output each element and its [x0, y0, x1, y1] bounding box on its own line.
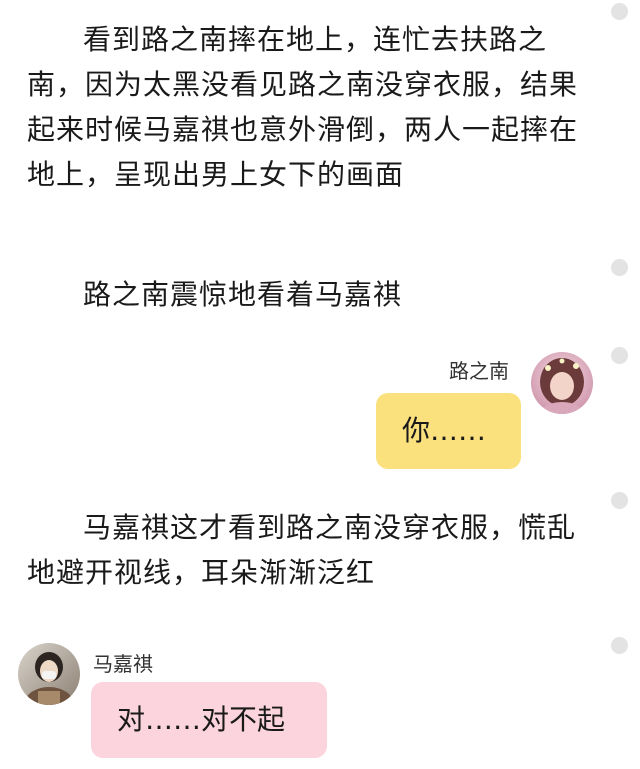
avatar[interactable] [531, 352, 593, 414]
speaker-name: 路之南 [449, 359, 509, 383]
message-bubble: 对……对不起 [91, 682, 327, 758]
message-text: 你…… [402, 414, 487, 447]
message-text: 对……对不起 [117, 703, 286, 736]
speaker-name: 马嘉祺 [93, 652, 153, 676]
avatar-image [18, 643, 80, 705]
message-bubble: 你…… [376, 393, 521, 469]
avatar-image [531, 352, 593, 414]
comment-dot[interactable] [611, 637, 628, 654]
comment-dot[interactable] [611, 3, 628, 20]
story-paragraph: 马嘉祺这才看到路之南没穿衣服，慌乱地避开视线，耳朵渐渐泛红 [27, 511, 577, 589]
avatar[interactable] [18, 643, 80, 705]
story-paragraph: 路之南震惊地看着马嘉祺 [83, 278, 403, 311]
comment-dot[interactable] [611, 259, 628, 276]
comment-dot[interactable] [611, 492, 628, 509]
comment-dot[interactable] [611, 347, 628, 364]
story-paragraph: 看到路之南摔在地上，连忙去扶路之南，因为太黑没看见路之南没穿衣服，结果起来时候马… [27, 23, 579, 191]
